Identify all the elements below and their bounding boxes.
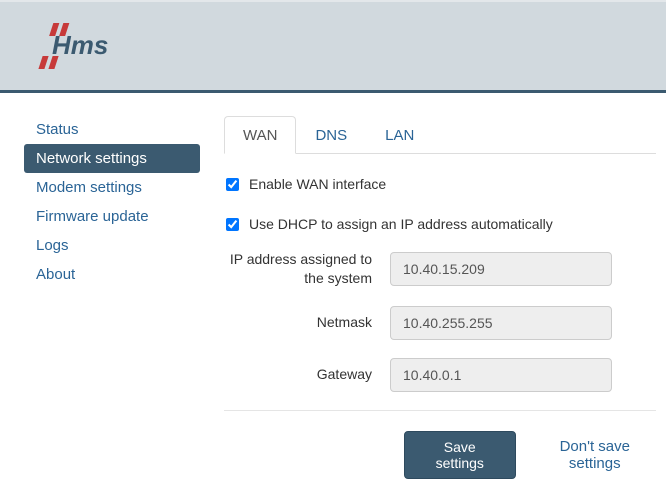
sidebar-item-firmware-update[interactable]: Firmware update — [24, 202, 200, 231]
dont-save-button[interactable]: Don't save settings — [534, 438, 656, 472]
actions-row: Save settings Don't save settings — [224, 431, 656, 479]
gateway-row: Gateway — [224, 358, 656, 392]
netmask-label: Netmask — [224, 313, 390, 332]
sidebar-item-logs[interactable]: Logs — [24, 231, 200, 260]
sidebar: Status Network settings Modem settings F… — [0, 115, 200, 479]
tabs: WAN DNS LAN — [224, 115, 656, 154]
brand-logo: Hms — [34, 21, 132, 71]
enable-wan-label: Enable WAN interface — [249, 176, 386, 192]
netmask-input[interactable] — [390, 306, 612, 340]
divider — [224, 410, 656, 411]
content: Status Network settings Modem settings F… — [0, 93, 666, 479]
header: Hms — [0, 0, 666, 93]
sidebar-item-about[interactable]: About — [24, 260, 200, 289]
gateway-label: Gateway — [224, 365, 390, 384]
gateway-input[interactable] — [390, 358, 612, 392]
save-button[interactable]: Save settings — [404, 431, 516, 479]
enable-wan-checkbox[interactable] — [226, 178, 239, 191]
sidebar-item-status[interactable]: Status — [24, 115, 200, 144]
netmask-row: Netmask — [224, 306, 656, 340]
ip-input[interactable] — [390, 252, 612, 286]
sidebar-item-network-settings[interactable]: Network settings — [24, 144, 200, 173]
sidebar-item-modem-settings[interactable]: Modem settings — [24, 173, 200, 202]
main-panel: WAN DNS LAN Enable WAN interface Use DHC… — [200, 115, 666, 479]
tab-wan[interactable]: WAN — [224, 116, 296, 154]
use-dhcp-row: Use DHCP to assign an IP address automat… — [224, 216, 656, 232]
svg-text:Hms: Hms — [52, 30, 108, 60]
use-dhcp-label: Use DHCP to assign an IP address automat… — [249, 216, 553, 232]
ip-label: IP address assigned to the system — [224, 250, 390, 288]
tab-dns[interactable]: DNS — [296, 116, 366, 154]
use-dhcp-checkbox[interactable] — [226, 218, 239, 231]
enable-wan-row: Enable WAN interface — [224, 176, 656, 192]
tab-lan[interactable]: LAN — [366, 116, 433, 154]
ip-row: IP address assigned to the system — [224, 250, 656, 288]
